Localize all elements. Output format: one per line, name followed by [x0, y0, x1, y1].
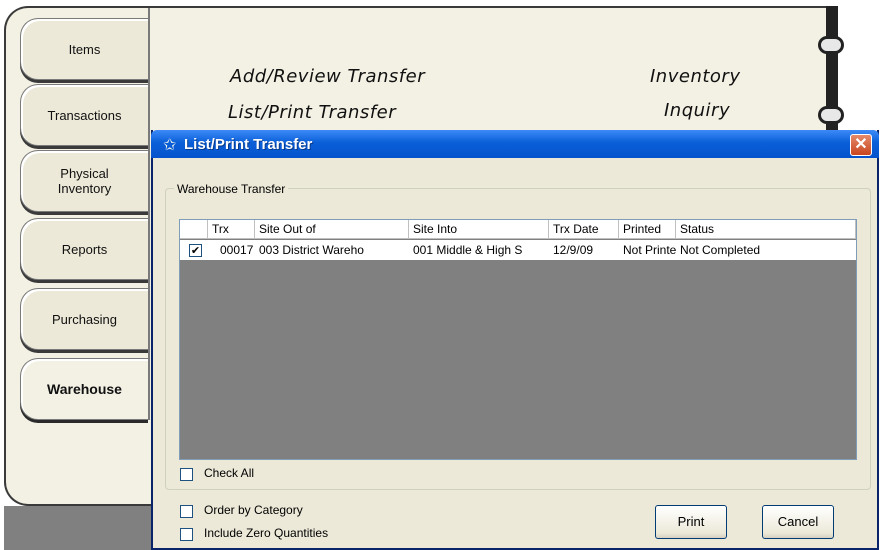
list-print-transfer-link[interactable]: List/Print Transfer — [228, 102, 396, 123]
cell-site-into: 001 Middle & High S — [413, 243, 523, 257]
dialog-title: List/Print Transfer — [184, 136, 313, 153]
order-by-category-checkbox[interactable] — [180, 505, 193, 518]
tab-items[interactable]: Items — [20, 18, 148, 80]
binder-ring-icon — [818, 36, 844, 54]
tab-label: Purchasing — [51, 311, 118, 327]
column-header-printed[interactable]: Printed — [619, 220, 676, 239]
tab-purchasing[interactable]: Purchasing — [20, 288, 148, 350]
row-checkbox[interactable]: ✔ — [189, 244, 202, 257]
tab-label: Items — [68, 41, 101, 57]
cancel-button[interactable]: Cancel — [762, 505, 834, 539]
column-header-status[interactable]: Status — [676, 220, 856, 239]
tab-label: Physical Inventory — [57, 166, 112, 196]
column-header-site-out[interactable]: Site Out of — [255, 220, 409, 239]
binder-ring-icon — [818, 106, 844, 124]
include-zero-quantities-checkbox[interactable] — [180, 528, 193, 541]
column-header-select[interactable] — [180, 220, 208, 239]
column-header-trx-date[interactable]: Trx Date — [549, 220, 619, 239]
tab-warehouse[interactable]: Warehouse — [20, 358, 148, 420]
tab-label: Reports — [61, 241, 108, 257]
inventory-inquiry-link[interactable]: Inventory — [650, 66, 740, 87]
include-zero-quantities-label: Include Zero Quantities — [204, 526, 329, 540]
cell-trx-date: 12/9/09 — [553, 243, 594, 257]
order-by-category-label: Order by Category — [204, 503, 303, 517]
cell-site-out: 003 District Wareho — [259, 243, 364, 257]
add-review-transfer-link[interactable]: Add/Review Transfer — [230, 66, 425, 87]
inquiry-link[interactable]: Inquiry — [664, 100, 730, 121]
cell-status: Not Completed — [680, 243, 761, 257]
notebook-bottom-shadow — [4, 506, 154, 550]
close-button[interactable]: ✕ — [850, 134, 872, 156]
cell-trx: 00017 — [220, 243, 254, 257]
column-header-trx[interactable]: Trx — [208, 220, 255, 239]
cell-printed: Not Printe — [623, 243, 676, 257]
tab-transactions[interactable]: Transactions — [20, 84, 148, 146]
tab-divider — [148, 8, 150, 420]
check-all-label: Check All — [204, 466, 255, 480]
check-all-checkbox[interactable] — [180, 468, 193, 481]
tab-physical-inventory[interactable]: Physical Inventory — [20, 150, 148, 212]
tab-label: Warehouse — [47, 381, 122, 397]
tab-label: Transactions — [47, 107, 122, 123]
print-button[interactable]: Print — [655, 505, 727, 539]
tab-reports[interactable]: Reports — [20, 218, 148, 280]
group-label: Warehouse Transfer — [174, 182, 289, 196]
star-icon: ✩ — [163, 135, 177, 154]
column-header-site-into[interactable]: Site Into — [409, 220, 549, 239]
